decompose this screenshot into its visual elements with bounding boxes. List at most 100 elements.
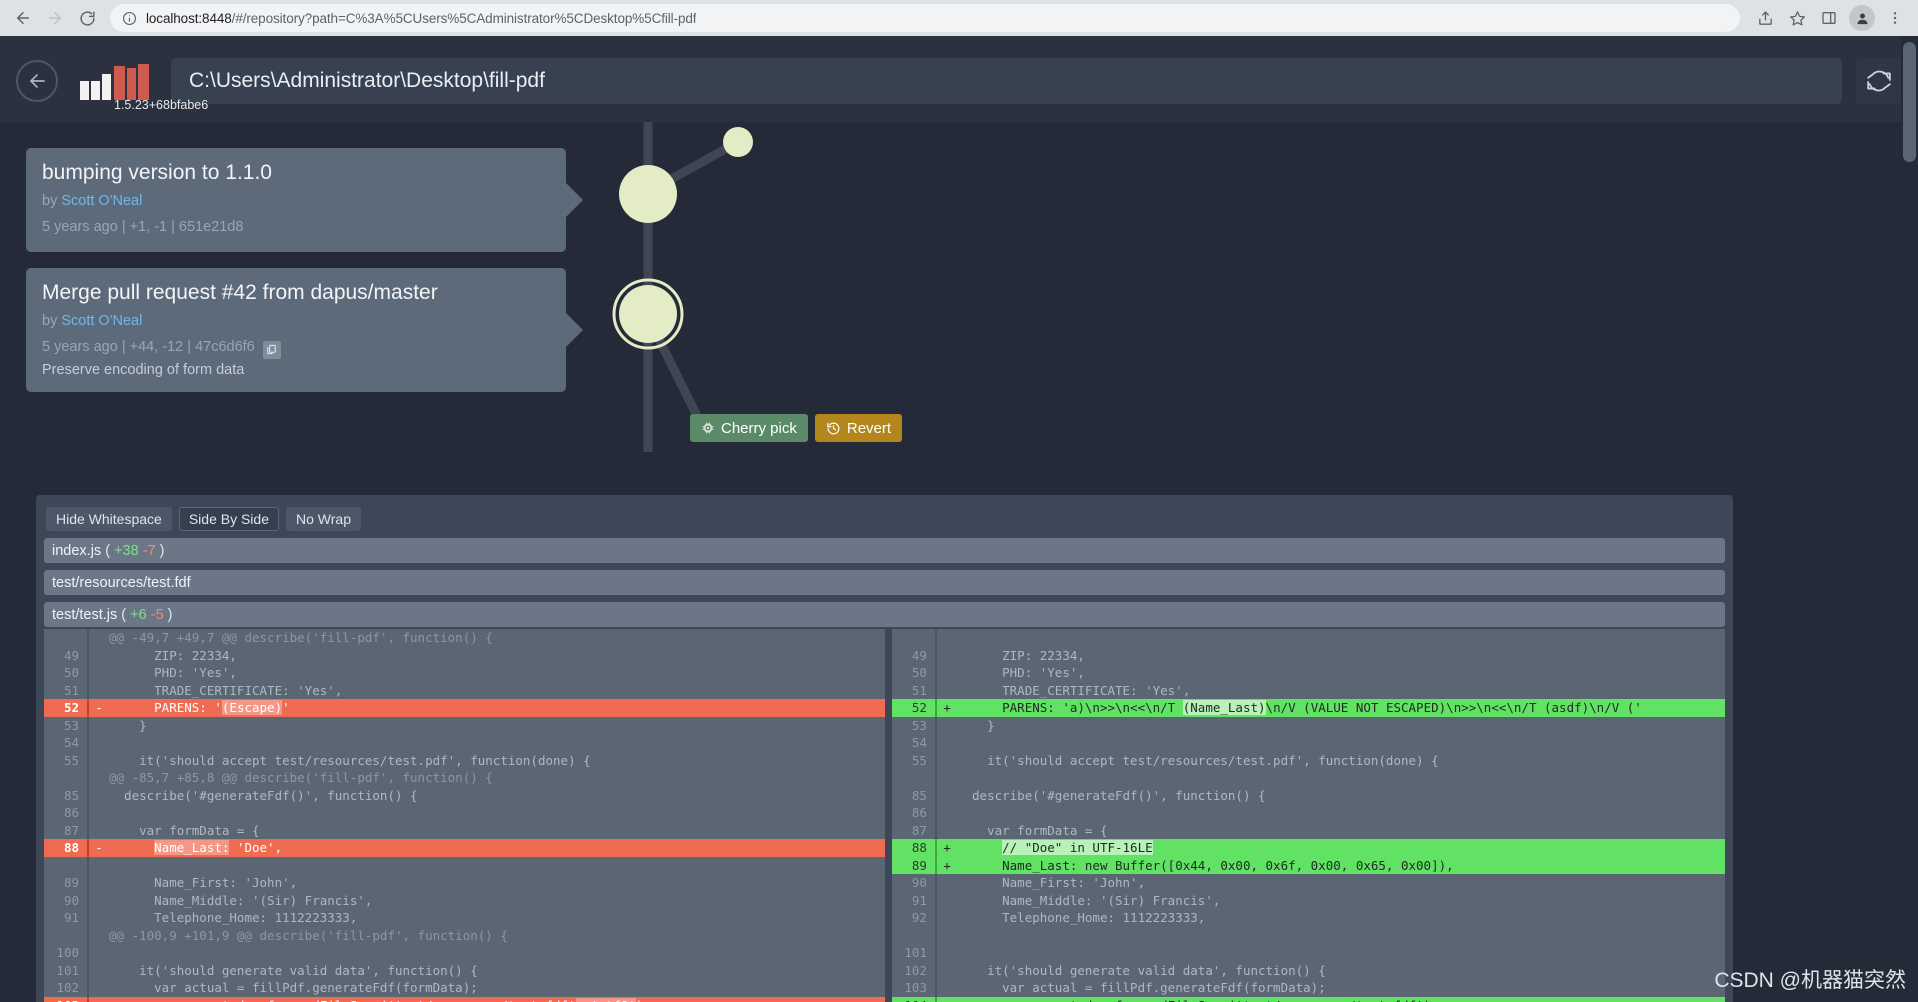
page-scrollbar-thumb[interactable] [1903,42,1916,162]
profile-avatar-icon[interactable] [1849,5,1875,31]
diff-line-number [44,856,89,874]
diff-line-sign [937,717,957,735]
diff-line: @@ -100,9 +101,9 @@ describe('fill-pdf',… [44,926,885,944]
diff-line-number [891,769,937,787]
cherry-pick-label: Cherry pick [721,419,797,437]
toggle-hide-whitespace[interactable]: Hide Whitespace [46,507,172,531]
repository-path-box[interactable]: C:\Users\Administrator\Desktop\fill-pdf [171,58,1842,104]
revert-button[interactable]: Revert [814,414,903,442]
commit-card[interactable]: bumping version to 1.1.0 by Scott O'Neal… [26,148,566,253]
diff-line-sign [937,752,957,770]
commit-sha[interactable]: 651e21d8 [179,219,244,235]
diff-line-sign [89,944,109,962]
browser-back-button[interactable] [8,3,38,33]
address-bar[interactable]: localhost:8448/#/repository?path=C%3A%5C… [110,4,1740,32]
toggle-no-wrap[interactable]: No Wrap [286,507,361,531]
diff-line-sign [937,927,957,945]
diff-line: 90 Name_First: 'John', [891,874,1725,892]
diff-line: 49 ZIP: 22334, [891,646,1725,665]
diff-line-number [891,926,937,944]
bookmark-star-icon[interactable] [1782,3,1812,33]
by-label: by [42,313,58,330]
diff-line-sign [937,682,957,700]
diff-file-header-test-fdf[interactable]: test/resources/test.fdf [44,570,1725,595]
diff-line-sign [89,647,109,665]
commit-title: Merge pull request #42 from dapus/master [42,281,438,304]
diff-line: 87 var formData = { [44,821,885,839]
diff-pane-old[interactable]: @@ -49,7 +49,7 @@ describe('fill-pdf', f… [44,629,885,1002]
browser-forward-button[interactable] [40,3,70,33]
commit-card[interactable]: Merge pull request #42 from dapus/master… [26,268,566,392]
site-info-icon[interactable] [122,11,137,26]
repository-path: C:\Users\Administrator\Desktop\fill-pdf [189,69,545,92]
back-button[interactable] [16,60,58,102]
diff-line-number: 88 [44,839,89,857]
diff-file-header-test-js[interactable]: test/test.js ( +6 -5 ) [44,602,1725,627]
refresh-button[interactable] [1856,58,1902,104]
diff-line-text [957,944,1725,962]
address-bar-url: localhost:8448/#/repository?path=C%3A%5C… [146,11,696,26]
diff-line-sign [937,664,957,682]
commit-author[interactable]: Scott O'Neal [61,313,142,329]
file-added: +6 [130,606,147,623]
diff-line-number [891,629,937,647]
ungit-logo[interactable]: 1.5.23+68bfabe6 [80,50,208,112]
diff-line-text: ZIP: 22334, [109,647,237,663]
diff-line: 52 + PARENS: 'a)\n>>\n<<\n/T (Name_Last)\… [891,699,1725,717]
diff-pane-new[interactable]: 49 ZIP: 22334, 50 PHD: 'Yes', 51 TRADE_CER… [891,629,1725,1002]
more-menu-icon[interactable] [1880,3,1910,33]
diff-line: 88 + // "Doe" in UTF-16LE [891,839,1725,857]
diff-line: 55 it('should accept test/resources/test… [44,751,885,770]
diff-line-number [44,629,89,647]
diff-line-sign [937,892,957,910]
diff-pane-gap [885,629,892,1002]
diff-line-sign [937,909,957,927]
app-header: 1.5.23+68bfabe6 C:\Users\Administrator\D… [0,36,1918,122]
diff-line-text: Name_Last: new Buffer([0x44, 0x00, 0x6f,… [956,857,1454,873]
diff-line-text [109,857,885,875]
diff-line: 103- var expected = fs.readFileSync('tes… [44,996,885,1002]
diff-line-text: PHD: 'Yes', [109,665,237,680]
diff-line-text: PHD: 'Yes', [956,665,1085,680]
diff-line-sign [89,857,109,875]
page-scrollbar[interactable] [1901,36,1918,1002]
diff-line-number: 101 [891,944,937,962]
diff-line: 50 PHD: 'Yes', [891,664,1725,682]
diff-file-header-index-js[interactable]: index.js ( +38 -7 ) [44,538,1725,563]
diff-line-sign [89,874,109,892]
clipboard-icon[interactable] [262,340,281,359]
diff-line-sign [89,962,109,980]
diff-line-number: 51 [891,681,937,699]
diff-line-sign: + [937,997,957,1002]
toggle-side-by-side[interactable]: Side By Side [178,507,279,531]
url-host: localhost:8448 [146,10,232,26]
commit-actions: Cherry pick Revert [690,414,903,442]
diff-line: 103 var actual = fillPdf.generateFdf(for… [891,979,1725,997]
side-panel-icon[interactable] [1814,3,1844,33]
diff-line-sign [89,752,109,770]
diff-line-sign [937,804,957,822]
graph-node-commit-2 [619,285,677,343]
diff-line-sign [937,647,957,665]
cherry-pick-button[interactable]: Cherry pick [690,414,808,442]
browser-reload-button[interactable] [72,3,102,33]
diff-line-number: 49 [44,646,89,664]
diff-line: 85 describe('#generateFdf()', function()… [891,786,1725,804]
commit-sha[interactable]: 47c6d6f6 [195,339,255,355]
diff-line-number: 49 [891,646,937,664]
diff-line: 90 Name_Middle: '(Sir) Francis', [44,891,885,909]
diff-line-text: Name_Middle: '(Sir) Francis', [109,892,373,908]
diff-line: 49 ZIP: 22334, [44,646,885,665]
diff-line [891,629,1725,647]
diff-line-text [109,734,885,752]
commit-author[interactable]: Scott O'Neal [61,193,142,209]
chip-icon [701,421,715,435]
diff-line: 51 TRADE_CERTIFICATE: 'Yes', [891,681,1725,700]
diff-line: 102 var actual = fillPdf.generateFdf(for… [44,979,885,997]
commit-stats-line: 5 years ago | +44, -12 | 47c6d6f6 [42,337,550,359]
share-icon[interactable] [1750,3,1780,33]
diff-line: 55 it('should accept test/resources/test… [891,751,1725,770]
diff-line-sign [937,874,957,892]
diff-line-number: 52 [44,699,89,717]
diff-line: 86 [891,804,1725,822]
